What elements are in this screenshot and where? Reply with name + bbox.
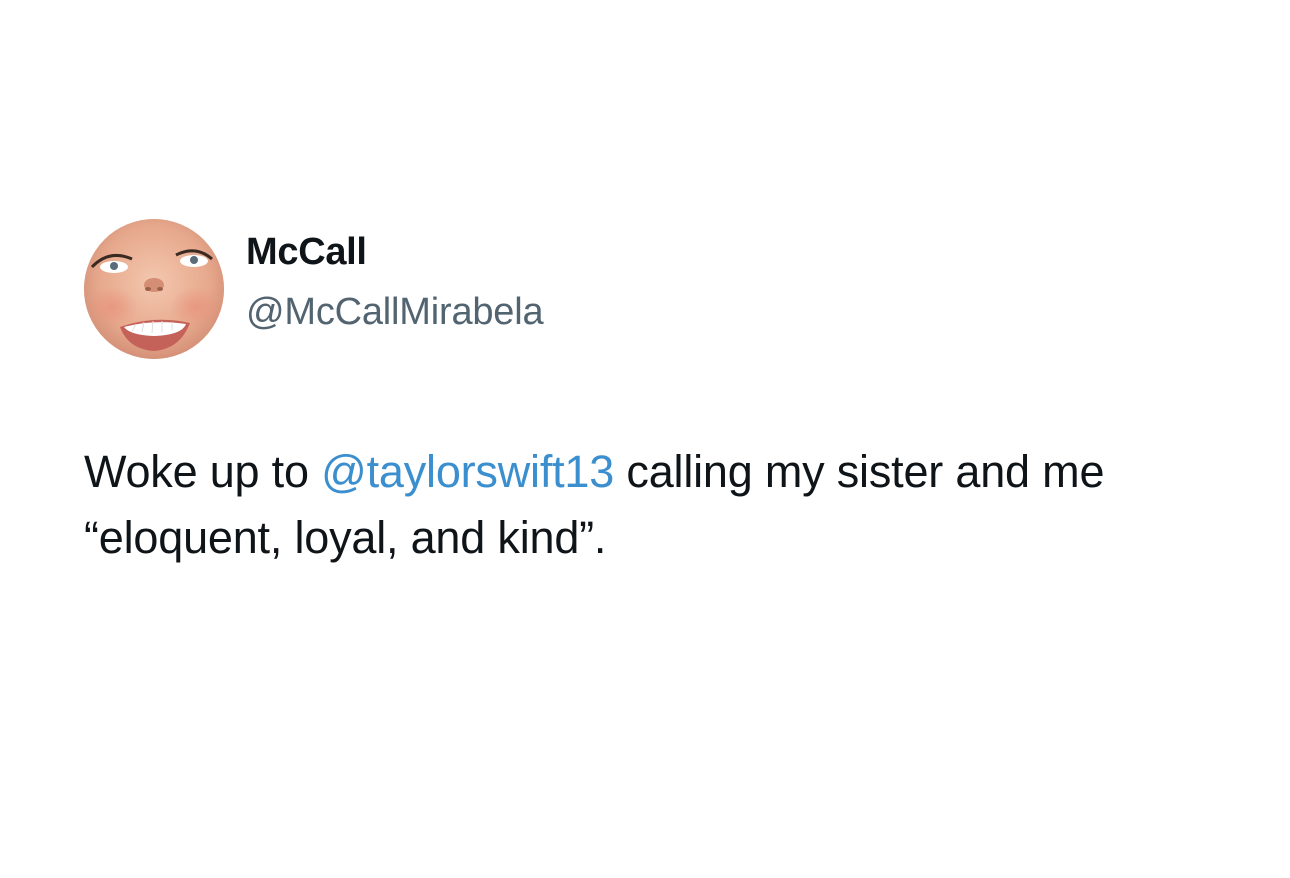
display-name[interactable]: McCall <box>246 227 543 277</box>
profile-photo-icon <box>84 219 224 359</box>
user-handle[interactable]: @McCallMirabela <box>246 287 544 337</box>
tweet-text: Woke up to @taylorswift13 calling my sis… <box>84 439 1224 571</box>
tweet-card: McCall @McCallMirabela Woke up to @taylo… <box>84 219 1224 571</box>
avatar[interactable] <box>84 219 224 359</box>
author-identity: McCall @McCallMirabela <box>246 227 544 337</box>
tweet-header: McCall @McCallMirabela <box>84 219 1224 359</box>
tweet-text-part-1: Woke up to <box>84 446 322 497</box>
mention-link[interactable]: @taylorswift13 <box>321 446 614 497</box>
